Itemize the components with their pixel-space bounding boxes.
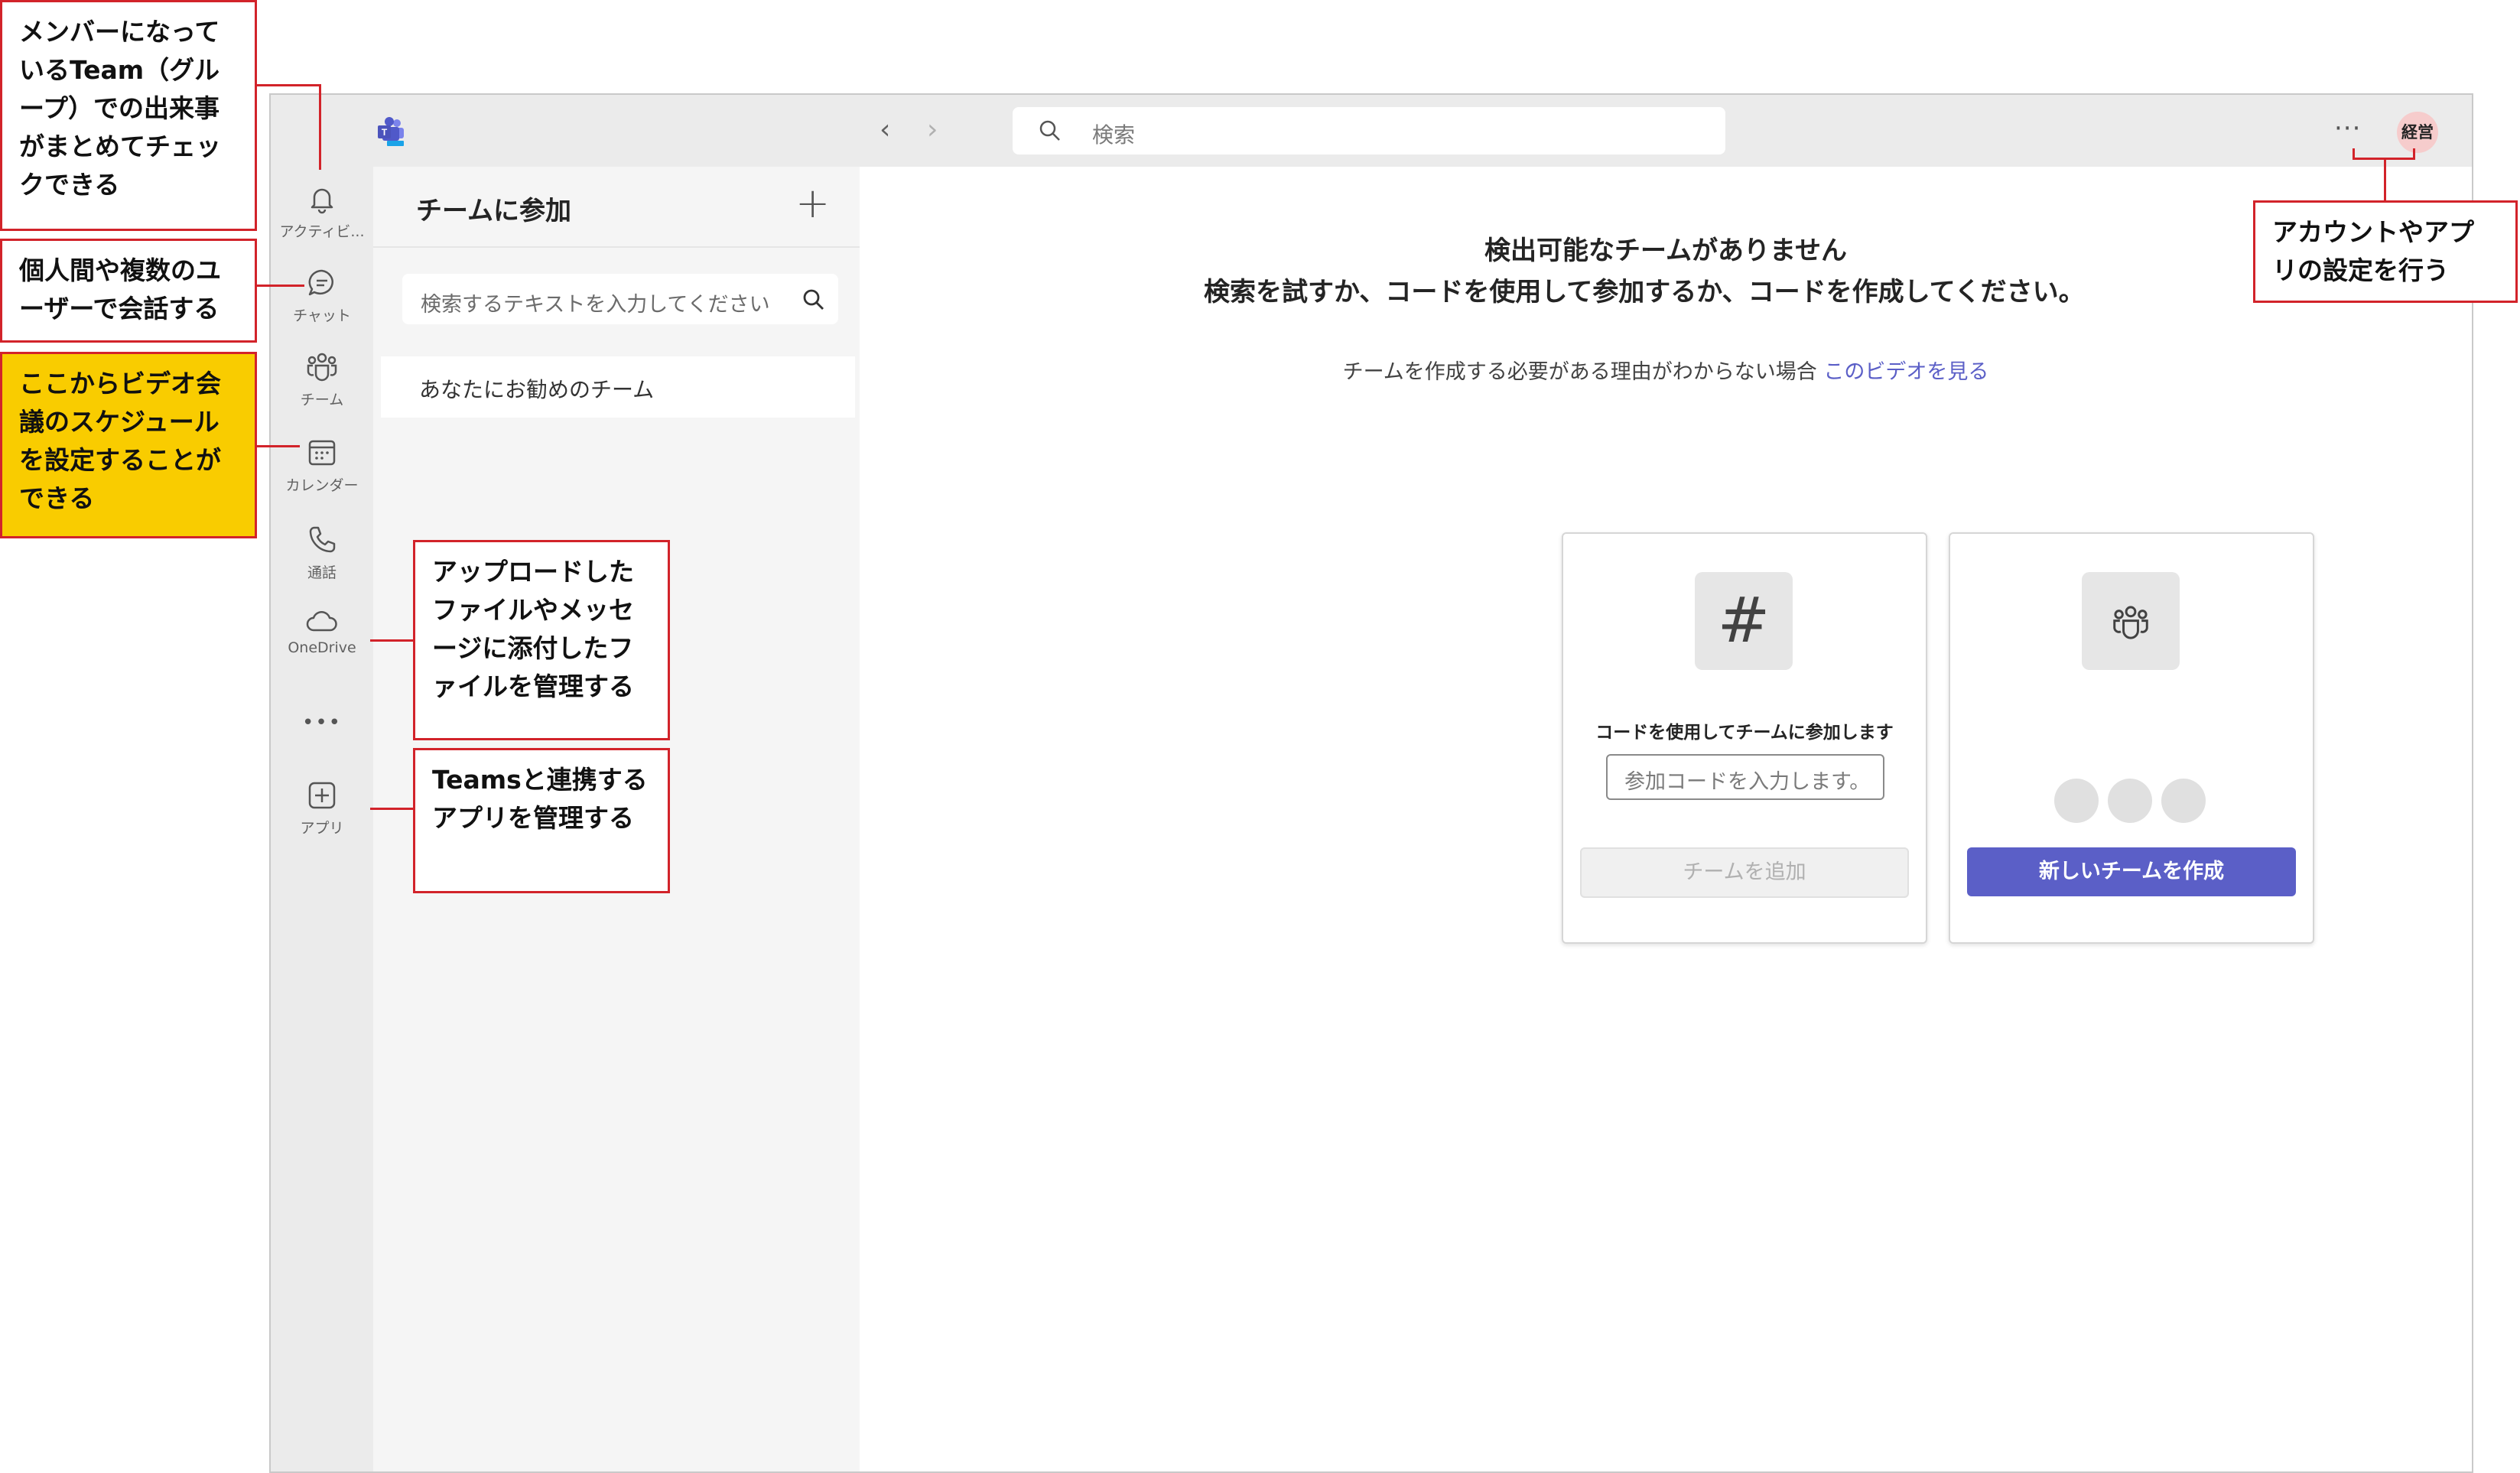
teams-logo: T [376, 116, 407, 147]
app-rail: アクティビ... チャット チーム カレンダー 通話 OneDrive ••• … [271, 167, 373, 1471]
rail-item-apps[interactable]: アプリ [271, 779, 373, 837]
account-avatar[interactable]: 経営 [2397, 112, 2438, 153]
placeholder-avatar [2054, 779, 2099, 823]
rail-label-calls: 通話 [307, 564, 337, 581]
ellipsis-icon[interactable]: ••• [271, 711, 373, 734]
svg-text:T: T [382, 127, 388, 138]
add-team-button-disabled[interactable]: チームを追加 [1580, 847, 1909, 898]
team-search-placeholder: 検索するテキストを入力してください [421, 293, 770, 317]
empty-state-subtext: チームを作成する必要がある理由がわからない場合 このビデオを見る [860, 355, 2472, 385]
search-icon [1039, 120, 1060, 141]
placeholder-avatar [2108, 779, 2152, 823]
search-icon[interactable] [800, 286, 828, 314]
join-code-label: コードを使用してチームに参加します [1595, 723, 1894, 743]
rail-label-onedrive: OneDrive [288, 639, 356, 656]
callout-line [370, 808, 413, 810]
callout-line [2353, 148, 2355, 160]
annotation-apps: Teamsと連携するアプリを管理する [413, 748, 670, 893]
callout-line [2353, 158, 2415, 160]
annotation-calendar: ここからビデオ会議のスケジュールを設定することができる [0, 352, 257, 538]
rail-item-onedrive[interactable]: OneDrive [271, 609, 373, 656]
bell-icon [311, 188, 333, 214]
callout-line [257, 84, 321, 86]
chat-icon [308, 269, 333, 296]
callout-line [370, 639, 413, 642]
placeholder-avatar [2161, 779, 2206, 823]
callout-line [319, 84, 321, 170]
create-team-card: 新しいチームを作成 [1949, 532, 2314, 944]
title-bar: T ‹ › 検索 ··· 経営 [271, 95, 2472, 167]
add-team-button[interactable]: + [795, 179, 830, 227]
empty-state-heading: 検出可能なチームがありません [1484, 236, 1847, 266]
panel-divider [373, 246, 860, 248]
forward-arrow-icon[interactable]: › [927, 116, 938, 144]
hashtag-icon: # [1695, 572, 1793, 670]
callout-line [2413, 148, 2415, 160]
callout-line [2384, 158, 2386, 200]
recommended-teams-label: あなたにお勧めのチーム [419, 377, 655, 402]
team-search-input[interactable]: 検索するテキストを入力してください [402, 274, 838, 324]
rail-label-chat: チャット [293, 307, 351, 324]
teams-icon [2082, 572, 2180, 670]
watch-video-link[interactable]: このビデオを見る [1823, 360, 1988, 384]
annotation-activity: メンバーになっているTeam（グループ）での出来事がまとめてチェックできる [0, 0, 257, 231]
back-arrow-icon[interactable]: ‹ [880, 116, 890, 144]
create-team-button[interactable]: 新しいチームを作成 [1967, 847, 2296, 896]
join-with-code-card: # コードを使用してチームに参加します 参加コードを入力します。 チームを追加 [1562, 532, 1927, 944]
subtext-label: チームを作成する必要がある理由がわからない場合 [1342, 360, 1817, 384]
callout-line [257, 285, 304, 287]
rail-label-apps: アプリ [300, 820, 344, 837]
search-placeholder: 検索 [1092, 122, 1136, 148]
annotation-onedrive: アップロードしたファイルやメッセージに添付したファイルを管理する [413, 540, 670, 740]
recommended-teams-item[interactable]: あなたにお勧めのチーム [381, 356, 855, 418]
annotation-chat: 個人間や複数のユーザーで会話する [0, 239, 257, 343]
rail-item-calls[interactable]: 通話 [271, 523, 373, 582]
callout-line [257, 445, 300, 447]
cloud-icon [306, 611, 337, 632]
global-search-input[interactable]: 検索 [1013, 107, 1725, 154]
rail-item-teams[interactable]: チーム [271, 350, 373, 409]
join-code-input[interactable]: 参加コードを入力します。 [1606, 754, 1884, 800]
rail-item-activity[interactable]: アクティビ... [271, 182, 373, 241]
rail-label-teams: チーム [300, 392, 344, 408]
panel-title: チームに参加 [416, 196, 571, 226]
plus-square-icon [308, 782, 336, 809]
phone-icon [309, 526, 336, 553]
rail-item-chat[interactable]: チャット [271, 266, 373, 325]
join-code-placeholder: 参加コードを入力します。 [1624, 770, 1871, 794]
annotation-account: アカウントやアプリの設定を行う [2253, 200, 2518, 303]
main-content: 検出可能なチームがありません 検索を試すか、コードを使用して参加するか、コードを… [860, 167, 2472, 1471]
more-options-button[interactable]: ··· [2334, 113, 2361, 144]
rail-label-calendar: カレンダー [285, 477, 359, 494]
empty-state-body: 検索を試すか、コードを使用して参加するか、コードを作成してください。 [1204, 277, 2085, 307]
teams-icon [307, 353, 337, 382]
calendar-icon [308, 440, 336, 466]
rail-label-activity: アクティビ... [279, 223, 365, 240]
